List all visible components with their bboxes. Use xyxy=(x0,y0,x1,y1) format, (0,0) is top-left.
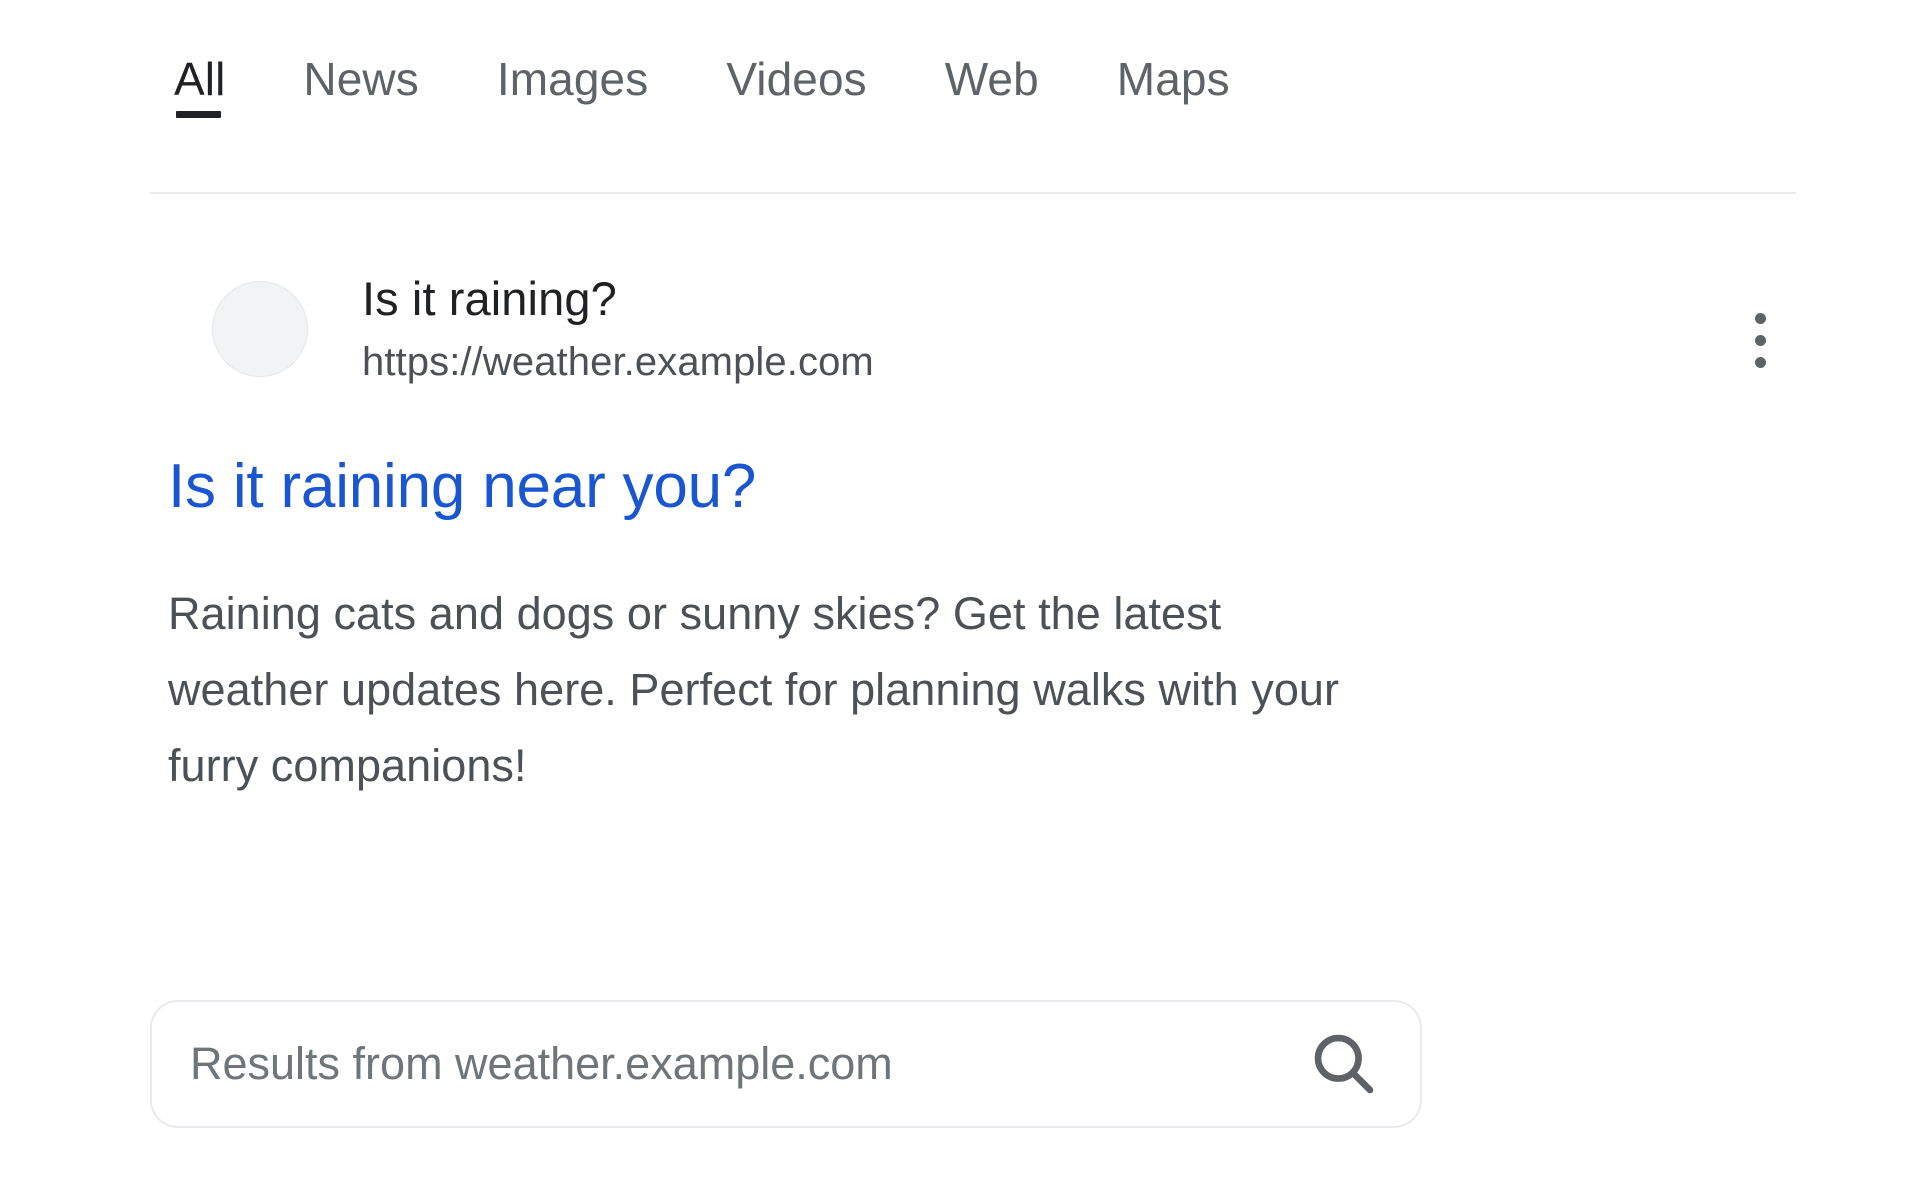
tab-active-underline xyxy=(176,111,222,118)
result-site-name: Is it raining? xyxy=(362,272,617,325)
search-tabs-bar: All News Images Videos Web Maps xyxy=(150,10,1790,132)
tab-news[interactable]: News xyxy=(303,56,418,132)
tab-maps-label: Maps xyxy=(1116,53,1230,105)
tab-web[interactable]: Web xyxy=(945,56,1039,132)
search-result: Is it raining? https://weather.example.c… xyxy=(150,270,1810,804)
search-button[interactable] xyxy=(1302,1022,1386,1106)
result-title-link[interactable]: Is it raining near you? xyxy=(150,450,1810,524)
tab-images[interactable]: Images xyxy=(497,56,648,132)
kebab-dot xyxy=(1754,356,1766,368)
search-icon xyxy=(1314,1034,1374,1094)
tab-images-label: Images xyxy=(496,53,649,105)
tab-news-label: News xyxy=(303,53,419,105)
result-snippet: Raining cats and dogs or sunny skies? Ge… xyxy=(168,588,1340,791)
kebab-dot xyxy=(1754,334,1766,346)
search-tabs: All News Images Videos Web Maps xyxy=(150,10,1790,132)
result-site-block[interactable]: Is it raining? https://weather.example.c… xyxy=(362,270,874,388)
tab-videos[interactable]: Videos xyxy=(726,56,866,132)
kebab-dot xyxy=(1754,312,1766,324)
kebab-menu-icon[interactable] xyxy=(1730,300,1790,380)
result-site-url: https://weather.example.com xyxy=(362,340,874,384)
tab-videos-label: Videos xyxy=(726,53,867,105)
site-search-box[interactable] xyxy=(150,1000,1422,1128)
tabs-divider xyxy=(150,192,1796,194)
favicon-icon xyxy=(212,281,308,377)
result-source-header: Is it raining? https://weather.example.c… xyxy=(150,270,1810,388)
tab-web-label: Web xyxy=(944,53,1039,105)
site-search-input[interactable] xyxy=(190,1038,1302,1090)
search-results-page: All News Images Videos Web Maps Is it ra… xyxy=(0,0,1920,1200)
tab-maps[interactable]: Maps xyxy=(1117,56,1230,132)
tab-all[interactable]: All xyxy=(174,56,225,132)
tab-all-label: All xyxy=(174,53,226,105)
